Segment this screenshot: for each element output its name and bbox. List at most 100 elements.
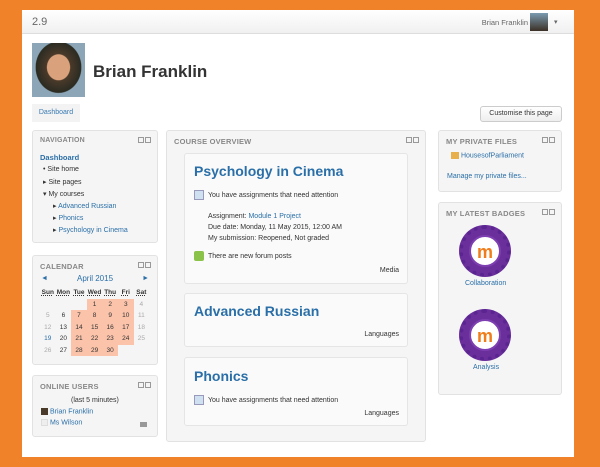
block-title: COURSE OVERVIEW xyxy=(174,137,252,146)
calendar-day[interactable]: 20 xyxy=(56,333,72,345)
calendar-day[interactable]: 18 xyxy=(134,322,150,334)
block-controls[interactable] xyxy=(541,209,555,217)
calendar-block: CALENDAR ◄ April 2015 ► Sun Mon Tue Wed Thu F… xyxy=(32,255,158,365)
badge-name[interactable]: Analysis xyxy=(473,364,499,371)
calendar-day[interactable]: 8 xyxy=(86,310,103,322)
course-title[interactable]: Advanced Russian xyxy=(194,303,319,319)
calendar-day[interactable]: 15 xyxy=(86,321,103,333)
calendar-day[interactable]: 30 xyxy=(102,344,118,356)
course-title[interactable]: Psychology in Cinema xyxy=(194,163,343,179)
private-files-block: MY PRIVATE FILES HousesofParliament Mana… xyxy=(438,130,562,192)
calendar-day[interactable]: 27 xyxy=(56,345,72,357)
calendar-day xyxy=(56,299,72,311)
nav-course[interactable]: ▸ Psychology in Cinema xyxy=(53,226,128,234)
calendar-day xyxy=(40,299,56,311)
calendar-day[interactable]: 4 xyxy=(134,299,150,311)
calendar-day[interactable]: 11 xyxy=(134,310,150,322)
due-date: Due date: Monday, 11 May 2015, 12:00 AM xyxy=(208,224,342,231)
page-title: Brian Franklin xyxy=(93,62,208,81)
calendar-day[interactable]: 12 xyxy=(40,322,56,334)
badge-icon[interactable]: m xyxy=(459,309,511,361)
calendar-day[interactable]: 9 xyxy=(102,310,118,322)
block-controls[interactable] xyxy=(137,382,151,390)
calendar-day[interactable]: 22 xyxy=(86,333,103,345)
calendar-day[interactable]: 7 xyxy=(71,310,87,322)
calendar-day[interactable]: 5 xyxy=(40,310,56,322)
calendar-day xyxy=(71,299,87,311)
next-month-icon[interactable]: ► xyxy=(142,275,149,282)
badge-name[interactable]: Collaboration xyxy=(465,280,506,287)
online-subtitle: (last 5 minutes) xyxy=(71,397,119,404)
calendar-day[interactable]: 10 xyxy=(117,310,134,322)
block-title: NAVIGATION xyxy=(40,137,85,144)
nav-course[interactable]: ▸ Advanced Russian xyxy=(53,202,116,210)
calendar-day[interactable]: 19 xyxy=(40,333,56,345)
calendar-day[interactable]: 3 xyxy=(117,298,134,310)
course-category: Media xyxy=(379,267,399,274)
manage-files-link[interactable]: Manage my private files... xyxy=(447,173,527,180)
online-users-block: ONLINE USERS (last 5 minutes) Brian Fran… xyxy=(32,375,158,437)
course-overview-block: COURSE OVERVIEW Psychology in Cinema You… xyxy=(166,130,426,442)
user-avatar-small[interactable] xyxy=(530,13,548,31)
user-avatar xyxy=(41,408,48,415)
nav-course[interactable]: ▸ Phonics xyxy=(53,214,83,222)
course-card: Advanced Russian Languages xyxy=(184,293,408,347)
breadcrumb-dashboard[interactable]: Dashboard xyxy=(32,104,80,122)
forum-icon xyxy=(194,251,204,261)
nav-site-pages[interactable]: ▸ Site pages xyxy=(43,178,82,186)
calendar-day[interactable]: 2 xyxy=(102,298,118,310)
block-title: ONLINE USERS xyxy=(40,382,99,391)
assignment-icon xyxy=(194,190,204,200)
calendar-day xyxy=(134,345,150,357)
nav-my-courses[interactable]: ▾ My courses xyxy=(43,190,84,198)
assignment-line: Assignment: Module 1 Project xyxy=(208,213,301,220)
calendar-day[interactable]: 24 xyxy=(117,333,134,345)
user-avatar xyxy=(41,419,48,426)
site-brand[interactable]: 2.9 xyxy=(32,16,47,28)
calendar-day[interactable]: 29 xyxy=(86,344,103,356)
top-navbar: 2.9 Brian Franklin ▾ xyxy=(22,10,574,34)
online-user[interactable]: Ms Wilson xyxy=(41,419,82,426)
prev-month-icon[interactable]: ◄ xyxy=(41,275,48,282)
calendar-day[interactable]: 21 xyxy=(71,333,87,345)
calendar-day[interactable]: 23 xyxy=(102,333,118,345)
weekday-header: Sat xyxy=(136,289,147,297)
customise-page-button[interactable]: Customise this page xyxy=(480,106,562,122)
block-controls[interactable] xyxy=(137,262,151,270)
weekday-header: Fri xyxy=(121,289,130,297)
calendar-day[interactable]: 13 xyxy=(56,322,72,334)
calendar-day[interactable]: 28 xyxy=(71,344,87,356)
block-title: MY PRIVATE FILES xyxy=(446,137,518,146)
weekday-header: Thu xyxy=(104,289,117,297)
navigation-block: NAVIGATION Dashboard • Site home ▸ Site … xyxy=(32,130,158,243)
block-controls[interactable] xyxy=(405,137,419,145)
calendar-day[interactable]: 17 xyxy=(117,321,134,333)
message-icon[interactable] xyxy=(140,422,147,427)
submission-status: My submission: Reopened, Not graded xyxy=(208,235,330,242)
page: 2.9 Brian Franklin ▾ Brian Franklin Dash… xyxy=(22,10,574,457)
assignment-link[interactable]: Module 1 Project xyxy=(248,213,301,220)
badge-icon[interactable]: m xyxy=(459,225,511,277)
calendar-day[interactable]: 26 xyxy=(40,345,56,357)
block-controls[interactable] xyxy=(541,137,555,145)
weekday-header: Mon xyxy=(56,289,71,297)
block-controls[interactable] xyxy=(137,137,151,145)
course-card: Phonics You have assignments that need a… xyxy=(184,357,408,426)
assignment-notice: You have assignments that need attention xyxy=(208,192,339,199)
file-item[interactable]: HousesofParliament xyxy=(451,152,524,159)
profile-avatar xyxy=(32,43,85,97)
calendar-day[interactable]: 14 xyxy=(71,321,87,333)
assignment-icon xyxy=(194,395,204,405)
file-icon xyxy=(451,152,459,159)
chevron-down-icon[interactable]: ▾ xyxy=(554,18,558,26)
calendar-day[interactable]: 6 xyxy=(56,310,72,322)
calendar-day[interactable]: 16 xyxy=(102,321,118,333)
course-title[interactable]: Phonics xyxy=(194,368,248,384)
calendar-day[interactable]: 1 xyxy=(86,298,103,310)
nav-site-home[interactable]: • Site home xyxy=(43,166,79,173)
calendar-month[interactable]: April 2015 xyxy=(77,274,113,283)
calendar-day[interactable]: 25 xyxy=(134,333,150,345)
user-menu-name[interactable]: Brian Franklin xyxy=(482,18,528,27)
online-user[interactable]: Brian Franklin xyxy=(41,408,93,415)
nav-dashboard[interactable]: Dashboard xyxy=(40,153,79,162)
